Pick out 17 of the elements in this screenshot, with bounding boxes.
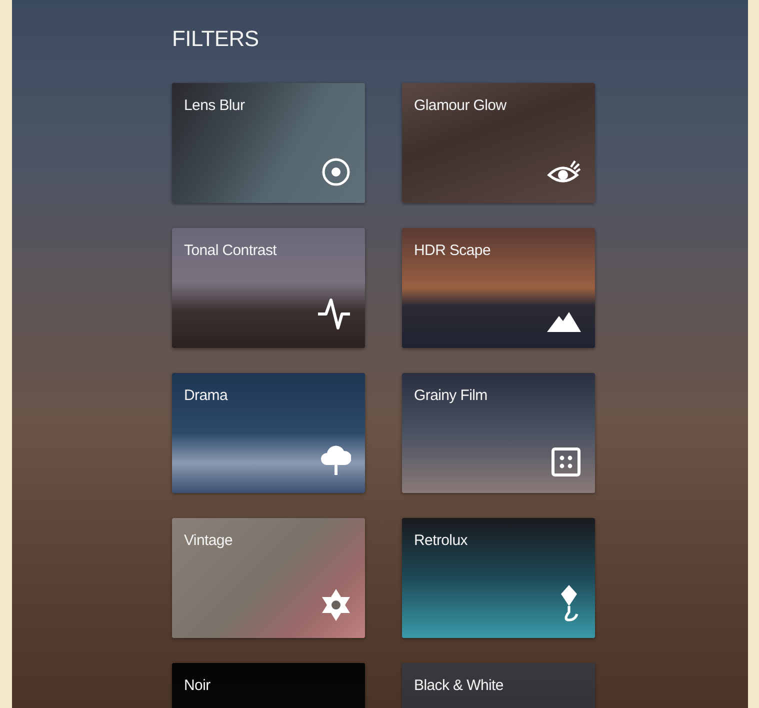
filter-tile[interactable]: HDR Scape [402, 228, 595, 348]
filter-tile[interactable]: Vintage [172, 518, 365, 638]
pulse-icon [317, 296, 351, 332]
grain-square-icon [551, 447, 581, 477]
mountains-icon [547, 310, 581, 332]
filter-tile[interactable]: Glamour Glow [402, 83, 595, 203]
flower-icon [321, 588, 351, 622]
lens-blur-icon [321, 157, 351, 187]
filter-tile[interactable]: Noir [172, 663, 365, 708]
filter-tile[interactable]: Lens Blur [172, 83, 365, 203]
filter-tile[interactable]: Retrolux [402, 518, 595, 638]
filter-tile[interactable]: Tonal Contrast [172, 228, 365, 348]
filter-tile[interactable]: Black & White [402, 663, 595, 708]
cloud-icon [321, 443, 351, 477]
screen-title: FILTERS [172, 26, 259, 52]
filter-tile[interactable]: Grainy Film [402, 373, 595, 493]
filter-tile[interactable]: Drama [172, 373, 365, 493]
